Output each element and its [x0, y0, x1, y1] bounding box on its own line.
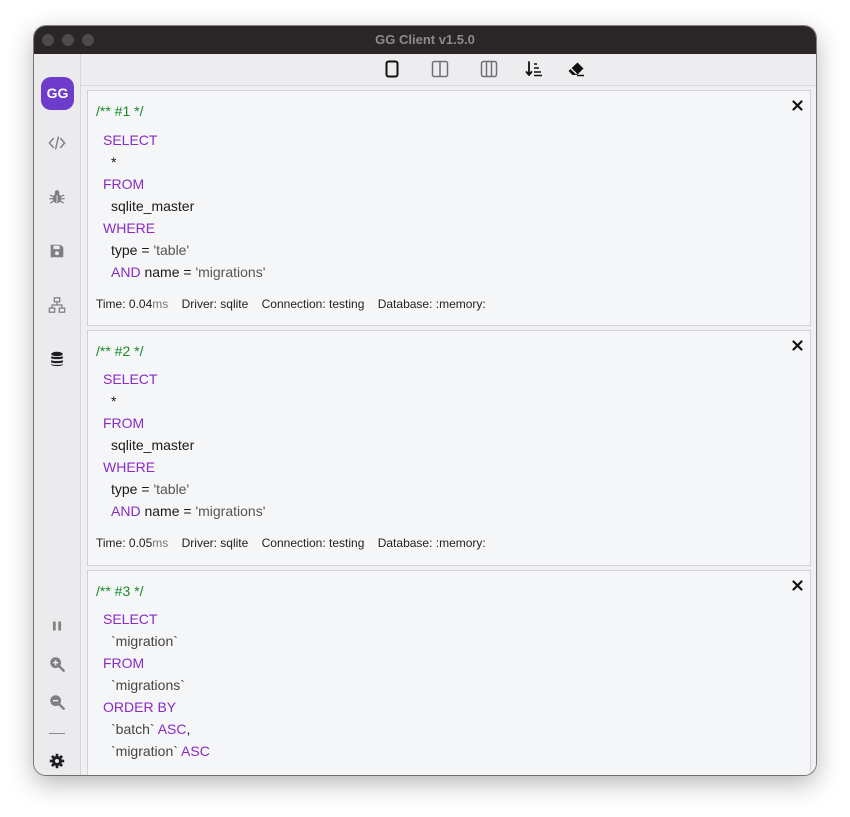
- sort-direction: ASC: [181, 743, 210, 759]
- database-info: Database: :memory:: [377, 536, 486, 550]
- driver-info: Driver: sqlite: [181, 536, 249, 550]
- time-label: Time:: [96, 536, 126, 550]
- sort-descending-icon[interactable]: [524, 59, 544, 79]
- database-info: Database: :memory:: [377, 297, 486, 311]
- keyword-where: WHERE: [103, 459, 156, 475]
- column-name: type: [111, 242, 138, 258]
- column-name: type: [111, 481, 138, 497]
- where-condition: type = 'table': [111, 478, 189, 500]
- and-condition: AND name = 'migrations': [111, 500, 265, 522]
- connection-info: Connection: testing: [261, 536, 365, 550]
- time-unit: ms: [152, 536, 169, 550]
- query-meta: Time: 0.04ms Driver: sqlite Connection: …: [96, 297, 486, 311]
- keyword-and: AND: [111, 264, 141, 280]
- query-meta: Time: 0.05ms Driver: sqlite Connection: …: [96, 536, 486, 550]
- table-name: `migrations`: [111, 677, 185, 693]
- string-literal: 'migrations': [195, 264, 266, 280]
- keyword-select: SELECT: [103, 611, 158, 627]
- where-condition: type = 'table': [111, 239, 189, 261]
- keyword-from: FROM: [103, 655, 145, 671]
- database-icon[interactable]: [47, 349, 67, 369]
- select-expression: *: [111, 154, 117, 170]
- column-name: name: [144, 264, 180, 280]
- order-clause: `batch` ASC,: [111, 718, 190, 740]
- query-comment: /** #1 */: [96, 103, 144, 119]
- zoom-in-icon[interactable]: [47, 654, 67, 674]
- toolbar: [81, 54, 816, 86]
- keyword-select: SELECT: [103, 371, 158, 387]
- pause-icon[interactable]: [47, 616, 67, 636]
- operator: =: [141, 481, 150, 497]
- and-condition: AND name = 'migrations': [111, 261, 265, 283]
- keyword-order-by: ORDER BY: [103, 699, 177, 715]
- sidebar-divider: [49, 733, 65, 734]
- query-log: /** #1 */ SELECT * FROM sqlite_master WH…: [81, 86, 816, 775]
- operator: =: [183, 264, 192, 280]
- driver-info: Driver: sqlite: [181, 297, 249, 311]
- time-value: 0.04: [128, 297, 153, 311]
- keyword-and: AND: [111, 503, 141, 519]
- time-value: 0.05: [128, 536, 153, 550]
- keyword-select: SELECT: [103, 132, 158, 148]
- app-window: GG Client v1.5.0 GG /** #1 */ SELECT * F…: [34, 26, 816, 775]
- query-card: /** #1 */ SELECT * FROM sqlite_master WH…: [87, 90, 811, 326]
- zoom-out-icon[interactable]: [47, 692, 67, 712]
- maximize-window-button[interactable]: [82, 34, 94, 46]
- string-literal: 'table': [153, 242, 190, 258]
- column-name: `batch`: [111, 721, 155, 737]
- sidebar: GG: [34, 54, 81, 775]
- title-bar: GG Client v1.5.0: [34, 26, 816, 54]
- select-expression: *: [111, 393, 117, 409]
- select-expression: `migration`: [111, 633, 178, 649]
- gear-icon[interactable]: [47, 751, 67, 771]
- column-name: name: [144, 503, 180, 519]
- query-card: /** #3 */ SELECT `migration` FROM `migra…: [87, 570, 811, 775]
- column-name: `migration`: [111, 743, 178, 759]
- query-card: /** #2 */ SELECT * FROM sqlite_master WH…: [87, 330, 811, 566]
- sort-direction: ASC: [157, 721, 187, 737]
- time-unit: ms: [152, 297, 169, 311]
- operator: =: [183, 503, 192, 519]
- close-icon[interactable]: [790, 578, 804, 592]
- query-comment: /** #2 */: [96, 343, 144, 359]
- close-icon[interactable]: [790, 98, 804, 112]
- two-column-icon[interactable]: [430, 59, 450, 79]
- window-title: GG Client v1.5.0: [375, 32, 475, 47]
- connection-info: Connection: testing: [261, 297, 365, 311]
- network-icon[interactable]: [47, 295, 67, 315]
- time-label: Time:: [96, 297, 126, 311]
- app-logo[interactable]: GG: [41, 77, 74, 110]
- close-icon[interactable]: [790, 338, 804, 352]
- single-column-icon[interactable]: [382, 59, 402, 79]
- string-literal: 'table': [153, 481, 190, 497]
- keyword-from: FROM: [103, 415, 145, 431]
- keyword-from: FROM: [103, 176, 145, 192]
- query-comment: /** #3 */: [96, 583, 144, 599]
- keyword-where: WHERE: [103, 220, 156, 236]
- save-icon[interactable]: [47, 241, 67, 261]
- minimize-window-button[interactable]: [62, 34, 74, 46]
- three-column-icon[interactable]: [479, 59, 499, 79]
- eraser-icon[interactable]: [566, 59, 586, 79]
- bug-icon[interactable]: [47, 187, 67, 207]
- table-name: sqlite_master: [111, 198, 195, 214]
- string-literal: 'migrations': [195, 503, 266, 519]
- separator: ,: [186, 721, 191, 737]
- close-window-button[interactable]: [42, 34, 54, 46]
- code-icon[interactable]: [47, 133, 67, 153]
- table-name: sqlite_master: [111, 437, 195, 453]
- order-clause: `migration` ASC: [111, 740, 210, 762]
- operator: =: [141, 242, 150, 258]
